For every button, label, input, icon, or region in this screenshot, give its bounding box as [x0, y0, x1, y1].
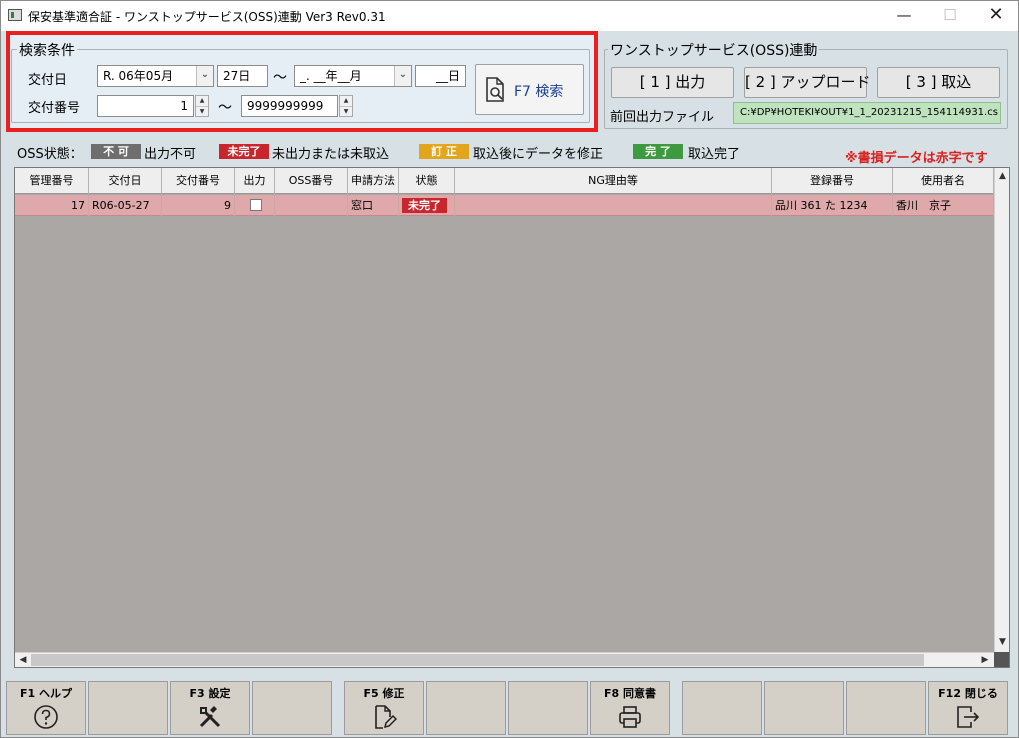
cell-reg-no: 品川 361 た 1234 — [772, 195, 893, 216]
scroll-right-icon[interactable]: ▶ — [977, 653, 993, 667]
issue-date-to-month-value: _. __年__月 — [300, 69, 362, 83]
date-range-tilde: ～ — [273, 70, 287, 86]
cell-method: 窓口 — [348, 195, 399, 216]
column-header-oss-no[interactable]: OSS番号 — [275, 168, 348, 194]
status-badge: 未完了 — [402, 198, 447, 213]
legend-badge-unavailable: 不 可 — [91, 144, 141, 159]
horizontal-scrollbar[interactable]: ◀ ▶ — [15, 652, 994, 667]
issue-date-from-month-value: R. 06年05月 — [103, 69, 174, 83]
spoiled-data-note: ※書損データは赤字です — [845, 151, 988, 166]
window-title: 保安基準適合証 - ワンストップサービス(OSS)連動 Ver3 Rev0.31 — [28, 10, 386, 24]
cell-status: 未完了 — [399, 195, 455, 216]
search-button[interactable]: F7 検索 — [475, 64, 584, 115]
import-button[interactable]: [ 3 ] 取込 — [877, 67, 1000, 98]
legend-badge-incomplete: 未完了 — [219, 144, 269, 159]
cell-user-name: 香川 京子 — [893, 195, 994, 216]
f7-empty-button[interactable] — [508, 681, 588, 735]
app-icon — [8, 9, 22, 21]
column-header-method[interactable]: 申請方法 — [348, 168, 399, 194]
cell-issue-date: R06-05-27 — [89, 195, 162, 216]
previous-file-label: 前回出力ファイル — [610, 110, 715, 125]
legend-text-complete: 取込完了 — [688, 147, 741, 162]
table-row[interactable]: 17 R06-05-27 9 窓口 未完了 品川 361 た 1234 香川 京… — [15, 195, 994, 216]
legend-text-corrected: 取込後にデータを修正 — [473, 147, 604, 162]
minimize-button[interactable]: — — [881, 1, 927, 31]
f4-empty-button[interactable] — [252, 681, 332, 735]
title-bar: 保安基準適合証 - ワンストップサービス(OSS)連動 Ver3 Rev0.31… — [1, 1, 1018, 31]
search-button-label: F7 検索 — [514, 84, 564, 100]
column-header-issue-date[interactable]: 交付日 — [89, 168, 162, 194]
issue-date-to-day-input[interactable]: __日 — [415, 65, 466, 87]
f8-label: F8 同意書 — [604, 687, 656, 700]
f10-empty-button[interactable] — [764, 681, 844, 735]
grid-header: 管理番号 交付日 交付番号 出力 OSS番号 申請方法 状態 NG理由等 登録番… — [15, 168, 994, 194]
column-header-ng-reason[interactable]: NG理由等 — [455, 168, 772, 194]
f1-help-button[interactable]: F1 ヘルプ — [6, 681, 86, 735]
f8-consent-button[interactable]: F8 同意書 — [590, 681, 670, 735]
previous-file-path: C:¥DP¥HOTEKI¥OUT¥1_1_20231215_154114931.… — [733, 102, 1001, 124]
f5-label: F5 修正 — [363, 687, 405, 700]
horizontal-scroll-thumb[interactable] — [31, 654, 924, 666]
tools-icon — [199, 706, 221, 728]
f5-edit-button[interactable]: F5 修正 — [344, 681, 424, 735]
f2-empty-button[interactable] — [88, 681, 168, 735]
close-window-button[interactable]: ✕ — [973, 1, 1019, 31]
results-grid[interactable]: 管理番号 交付日 交付番号 出力 OSS番号 申請方法 状態 NG理由等 登録番… — [14, 167, 1010, 668]
f9-empty-button[interactable] — [682, 681, 762, 735]
legend-text-incomplete: 未出力または未取込 — [272, 147, 390, 162]
output-checkbox[interactable] — [250, 199, 262, 211]
f1-label: F1 ヘルプ — [20, 687, 72, 700]
app-window: 保安基準適合証 - ワンストップサービス(OSS)連動 Ver3 Rev0.31… — [0, 0, 1019, 738]
cell-output — [235, 195, 275, 216]
column-header-reg-no[interactable]: 登録番号 — [772, 168, 893, 194]
scrollbar-corner — [994, 652, 1009, 667]
issue-number-to-input[interactable]: 9999999999 — [241, 95, 338, 117]
cell-issue-no: 9 — [162, 195, 235, 216]
f3-label: F3 設定 — [189, 687, 231, 700]
chevron-down-icon[interactable]: ⌄ — [196, 66, 213, 86]
oss-group-label: ワンストップサービス(OSS)連動 — [608, 40, 820, 60]
cell-control-no: 17 — [15, 195, 89, 216]
f6-empty-button[interactable] — [426, 681, 506, 735]
scroll-up-icon[interactable]: ▲ — [995, 168, 1009, 185]
oss-status-legend-title: OSS状態： — [17, 147, 83, 162]
issue-number-from-stepper[interactable]: ▲ ▼ — [195, 95, 209, 117]
column-header-output[interactable]: 出力 — [235, 168, 275, 194]
number-range-tilde: ～ — [218, 100, 232, 116]
issue-date-from-day-input[interactable]: 27日 — [217, 65, 268, 87]
scroll-down-icon[interactable]: ▼ — [995, 634, 1009, 651]
column-header-issue-no[interactable]: 交付番号 — [162, 168, 235, 194]
f11-empty-button[interactable] — [846, 681, 926, 735]
chevron-down-icon[interactable]: ⌄ — [394, 66, 411, 86]
issue-number-label: 交付番号 — [28, 101, 81, 116]
f12-close-button[interactable]: F12 閉じる — [928, 681, 1008, 735]
legend-badge-corrected: 訂 正 — [419, 144, 469, 159]
maximize-button[interactable]: ☐ — [927, 1, 973, 31]
vertical-scrollbar[interactable]: ▲ ▼ — [994, 168, 1009, 652]
legend-badge-complete: 完 了 — [633, 144, 683, 159]
search-conditions-label: 検索条件 — [17, 40, 77, 60]
exit-icon — [957, 706, 980, 728]
f3-settings-button[interactable]: F3 設定 — [170, 681, 250, 735]
column-header-user-name[interactable]: 使用者名 — [893, 168, 994, 194]
legend-text-unavailable: 出力不可 — [144, 147, 197, 162]
upload-button[interactable]: [ 2 ] アップロード — [744, 67, 871, 98]
search-document-icon — [486, 77, 504, 102]
edit-document-icon — [375, 705, 397, 729]
issue-number-from-input[interactable]: 1 — [97, 95, 194, 117]
output-button[interactable]: [ 1 ] 出力 — [611, 67, 734, 98]
help-icon — [34, 705, 58, 729]
column-header-status[interactable]: 状態 — [399, 168, 455, 194]
issue-date-to-month-select[interactable]: _. __年__月 ⌄ — [294, 65, 412, 87]
cell-ng-reason — [455, 195, 772, 216]
column-header-control-no[interactable]: 管理番号 — [15, 168, 89, 194]
issue-date-from-month-select[interactable]: R. 06年05月 ⌄ — [97, 65, 214, 87]
cell-oss-no — [275, 195, 348, 216]
scroll-left-icon[interactable]: ◀ — [15, 653, 31, 667]
f12-label: F12 閉じる — [938, 687, 998, 700]
issue-date-label: 交付日 — [28, 73, 68, 88]
printer-icon — [619, 706, 641, 728]
issue-number-to-stepper[interactable]: ▲ ▼ — [339, 95, 353, 117]
